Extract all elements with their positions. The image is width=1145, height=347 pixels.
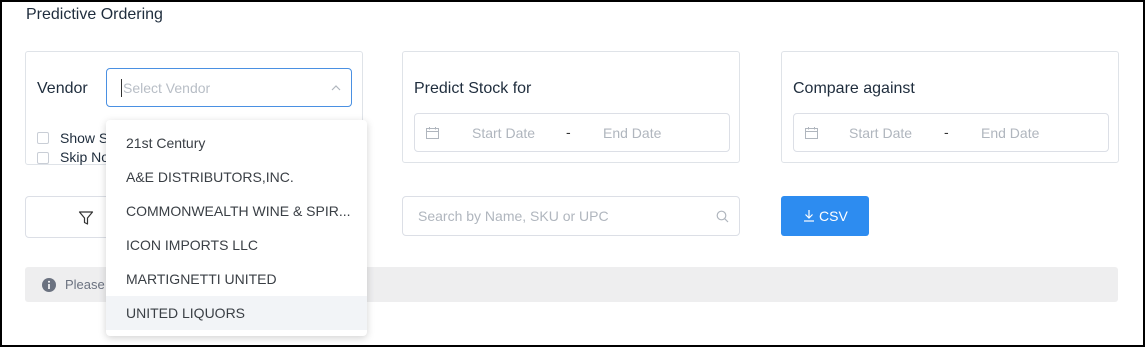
calendar-icon (805, 127, 818, 139)
vendor-option-hovered[interactable]: UNITED LIQUORS (106, 296, 367, 330)
vendor-select[interactable]: Select Vendor (106, 68, 352, 107)
search-input[interactable]: Search by Name, SKU or UPC (402, 196, 740, 236)
notice-text: Please (65, 277, 105, 292)
show-checkbox-label: Show S (60, 130, 109, 146)
chevron-up-icon (331, 85, 341, 91)
predict-separator: - (566, 124, 571, 140)
compare-end-date[interactable]: End Date (981, 125, 1039, 141)
main-panel: Predictive Ordering Vendor Select Vendor… (0, 0, 1145, 347)
vendor-option[interactable]: ICON IMPORTS LLC (106, 228, 367, 262)
vendor-placeholder: Select Vendor (123, 80, 211, 96)
vendor-option[interactable]: MARTIGNETTI UNITED (106, 262, 367, 296)
filter-icon (78, 211, 94, 225)
compare-date-range[interactable]: Start Date - End Date (793, 113, 1109, 152)
search-placeholder: Search by Name, SKU or UPC (418, 208, 609, 224)
compare-label: Compare against (793, 80, 915, 97)
csv-label: CSV (819, 208, 848, 224)
info-icon (42, 278, 56, 292)
vendor-option[interactable]: COMMONWEALTH WINE & SPIR... (106, 194, 367, 228)
predict-label: Predict Stock for (414, 80, 532, 97)
vendor-dropdown: 21st Century A&E DISTRIBUTORS,INC. COMMO… (106, 120, 367, 336)
predict-start-date[interactable]: Start Date (472, 125, 535, 141)
show-checkbox[interactable] (37, 132, 49, 144)
skip-checkbox[interactable] (37, 152, 49, 164)
download-icon (804, 210, 814, 222)
predict-card: Predict Stock for Start Date - End Date (402, 51, 740, 163)
predict-end-date[interactable]: End Date (603, 125, 661, 141)
calendar-icon (426, 127, 439, 139)
skip-checkbox-label: Skip No (60, 149, 110, 165)
search-icon (716, 210, 729, 223)
csv-download-button[interactable]: CSV (781, 196, 869, 236)
vendor-option[interactable]: A&E DISTRIBUTORS,INC. (106, 160, 367, 194)
predict-date-range[interactable]: Start Date - End Date (414, 113, 730, 152)
vendor-label: Vendor (37, 80, 88, 97)
compare-separator: - (944, 124, 949, 140)
vendor-option[interactable]: 21st Century (106, 126, 367, 160)
compare-card: Compare against Start Date - End Date (781, 51, 1119, 163)
text-caret (121, 79, 122, 97)
page-title: Predictive Ordering (26, 6, 163, 23)
compare-start-date[interactable]: Start Date (849, 125, 912, 141)
